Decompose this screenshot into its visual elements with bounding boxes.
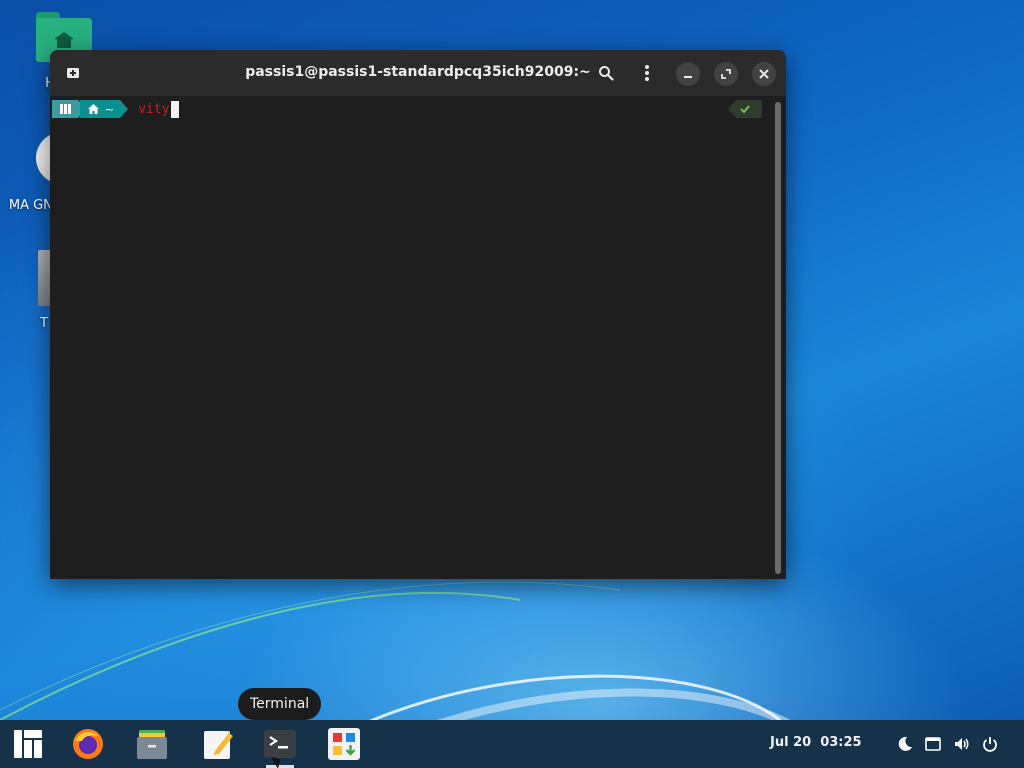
power-button[interactable] bbox=[979, 733, 1001, 755]
maximize-icon bbox=[721, 69, 731, 79]
power-icon bbox=[983, 737, 997, 752]
kebab-menu-icon bbox=[645, 65, 649, 81]
text-cursor bbox=[170, 100, 179, 118]
wallpaper-swoosh bbox=[0, 581, 803, 730]
search-button[interactable] bbox=[595, 62, 617, 84]
moon-icon bbox=[898, 736, 912, 751]
volume-icon bbox=[955, 738, 969, 750]
titlebar[interactable]: passis1@passis1-standardpcq35ich92009:~ bbox=[50, 50, 786, 96]
check-icon bbox=[740, 105, 750, 114]
terminal-window[interactable]: passis1@passis1-standardpcq35ich92009:~ bbox=[50, 50, 786, 579]
scrollbar[interactable] bbox=[775, 102, 781, 574]
firefox-icon bbox=[73, 729, 103, 759]
file-cabinet-icon bbox=[137, 730, 167, 759]
window-title: passis1@passis1-standardpcq35ich92009:~ bbox=[245, 64, 591, 80]
minimize-button[interactable] bbox=[676, 62, 700, 86]
taskbar-item-manjaro-menu[interactable] bbox=[4, 720, 52, 768]
terminal-icon bbox=[264, 730, 296, 758]
software-store-icon bbox=[328, 728, 360, 760]
menu-button[interactable] bbox=[636, 62, 658, 84]
taskbar-item-text-editor[interactable] bbox=[194, 720, 242, 768]
shell-prompt: ~ vity bbox=[52, 100, 179, 118]
keyboard-indicator[interactable] bbox=[922, 733, 944, 755]
close-icon bbox=[759, 69, 769, 79]
prompt-path-segment: ~ bbox=[80, 100, 121, 118]
manjaro-logo-icon bbox=[60, 104, 71, 114]
keyboard-icon bbox=[925, 737, 941, 751]
taskbar-item-files[interactable] bbox=[128, 720, 176, 768]
maximize-button[interactable] bbox=[714, 62, 738, 86]
volume-indicator[interactable] bbox=[951, 733, 973, 755]
terminal-content[interactable]: ~ vity bbox=[50, 96, 786, 579]
search-icon bbox=[599, 66, 614, 81]
taskbar-item-firefox[interactable] bbox=[64, 720, 112, 768]
status-indicator bbox=[728, 100, 762, 118]
taskbar-clock[interactable]: Jul 20 03:25 bbox=[770, 735, 862, 750]
pencil-icon bbox=[204, 731, 233, 759]
prompt-path: ~ bbox=[105, 102, 115, 116]
night-light-indicator[interactable] bbox=[894, 733, 916, 755]
prompt-os-segment bbox=[52, 100, 78, 118]
command-text: vity bbox=[138, 101, 170, 117]
close-button[interactable] bbox=[752, 62, 776, 86]
taskbar: Jul 20 03:25 bbox=[0, 720, 1024, 768]
new-tab-icon bbox=[67, 68, 79, 78]
new-tab-button[interactable] bbox=[62, 62, 84, 84]
taskbar-item-software[interactable] bbox=[320, 720, 368, 768]
minimize-icon bbox=[684, 76, 692, 78]
taskbar-tooltip: Terminal bbox=[238, 688, 322, 720]
home-icon bbox=[88, 104, 99, 114]
manjaro-logo-icon bbox=[14, 730, 42, 758]
